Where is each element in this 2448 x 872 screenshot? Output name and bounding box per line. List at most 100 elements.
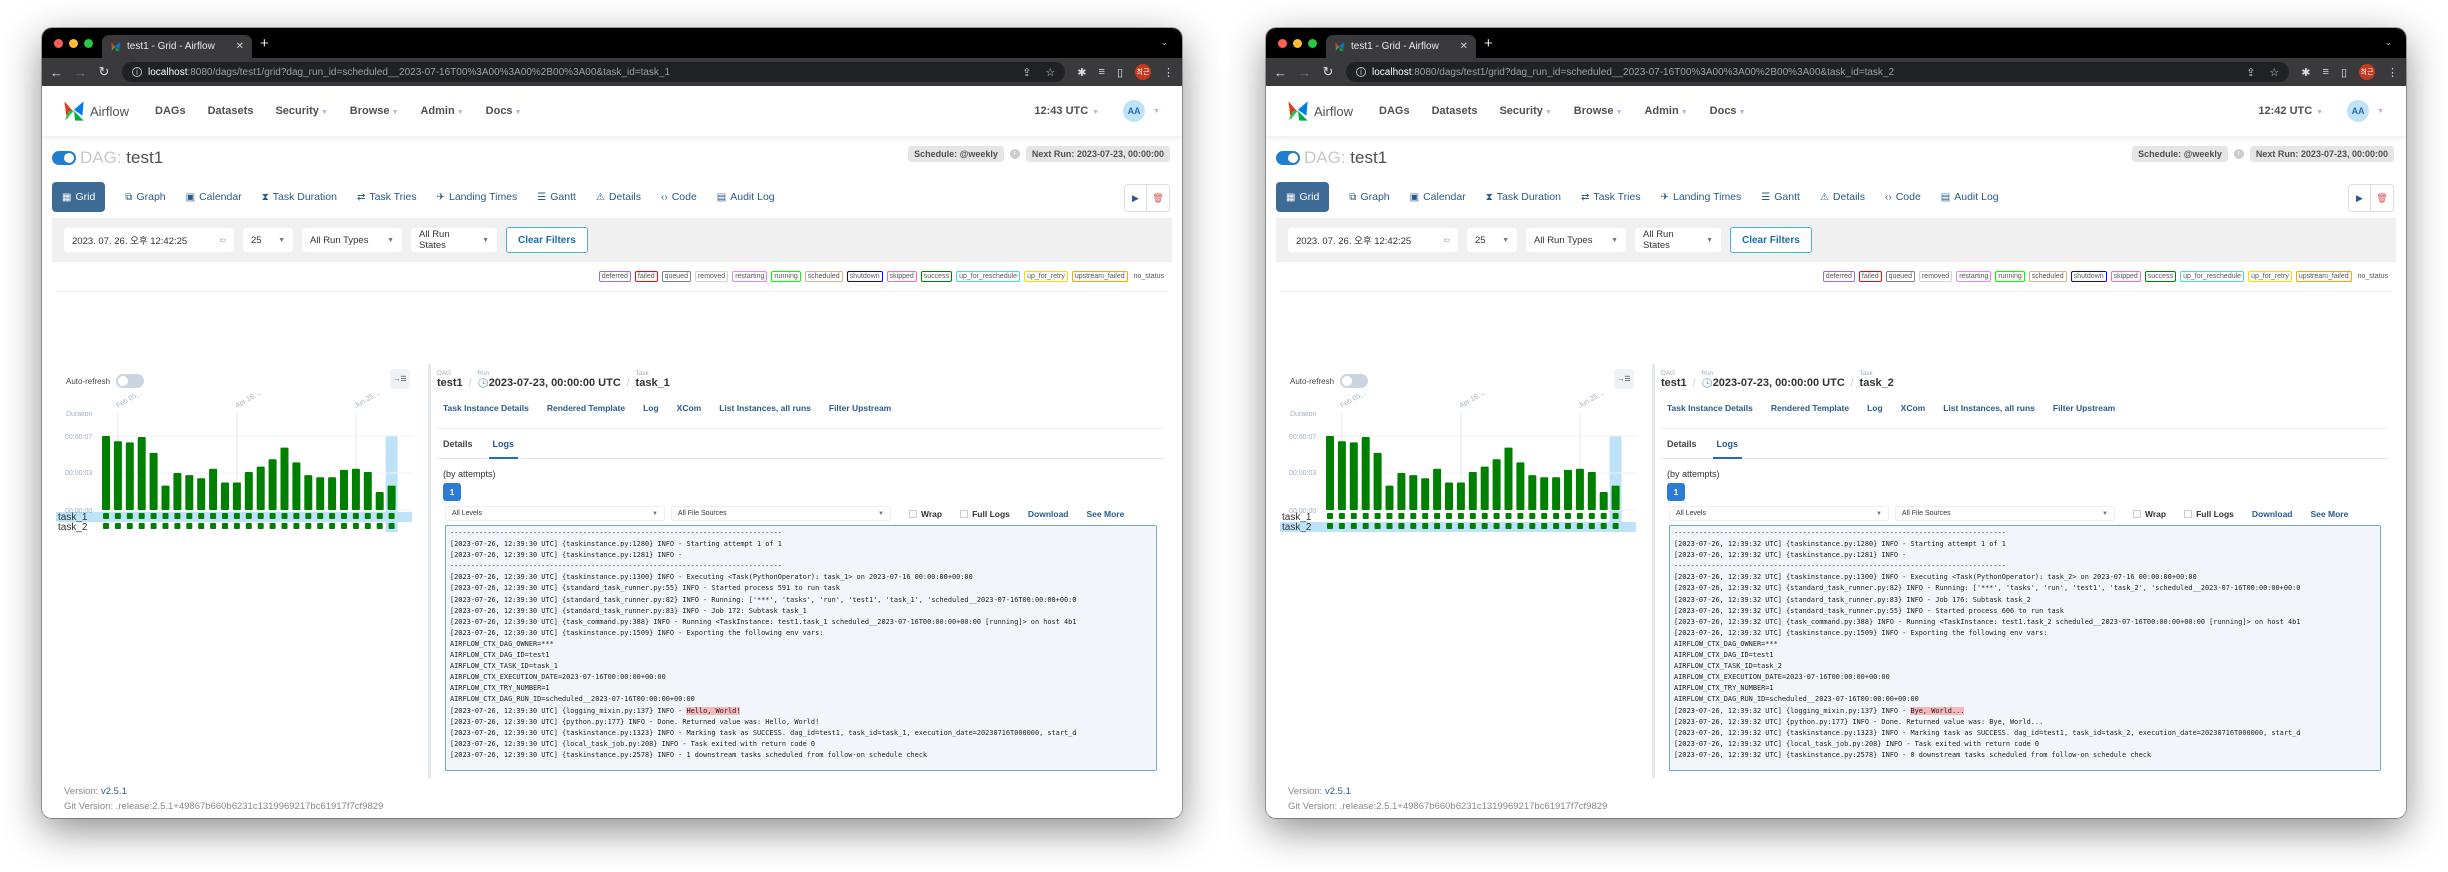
task-instance-square[interactable] — [1600, 513, 1607, 519]
task-instance-square[interactable] — [317, 523, 324, 529]
url-input[interactable]: i localhost:8080/dags/test1/grid?dag_run… — [122, 62, 1066, 82]
run-duration-bar[interactable] — [1480, 466, 1489, 510]
tab-audit-log[interactable]: ▤ Audit Log — [717, 182, 775, 212]
run-duration-bar[interactable] — [1326, 436, 1334, 510]
see-more-link[interactable]: See More — [2311, 509, 2349, 519]
task-instance-square[interactable] — [162, 513, 169, 519]
site-info-icon[interactable]: i — [132, 67, 142, 77]
run-duration-bar[interactable] — [328, 477, 337, 510]
legend-restarting[interactable]: restarting — [732, 270, 768, 282]
task-instance-square[interactable] — [257, 513, 264, 519]
task-instance-square[interactable] — [1529, 523, 1536, 529]
task-instance-square[interactable] — [1576, 523, 1583, 529]
run-duration-bar[interactable] — [197, 478, 206, 510]
task-instance-square[interactable] — [1565, 523, 1571, 529]
tab-search-chevron-icon[interactable]: ⌄ — [1160, 37, 1168, 48]
task-instance-square[interactable] — [1553, 523, 1560, 529]
file-source-select[interactable]: All File Sources ▼ — [671, 506, 891, 521]
close-tab-icon[interactable]: ✕ — [1460, 41, 1468, 52]
task-instance-square[interactable] — [174, 523, 181, 529]
task-instance-square[interactable] — [233, 513, 240, 519]
tab-audit-log[interactable]: ▤ Audit Log — [1941, 182, 1999, 212]
clear-filters-button[interactable]: Clear Filters — [506, 227, 588, 253]
task-instance-square[interactable] — [1398, 513, 1405, 519]
side-panel-icon[interactable]: ▯ — [1117, 66, 1123, 79]
run-duration-bar[interactable] — [387, 485, 396, 510]
browser-menu-icon[interactable]: ⋮ — [1163, 66, 1174, 79]
task-instance-square[interactable] — [341, 513, 347, 519]
run-duration-bar[interactable] — [1528, 475, 1537, 510]
task-instance-square[interactable] — [1481, 513, 1488, 519]
task-instance-square[interactable] — [1517, 513, 1524, 519]
tab-task-tries[interactable]: ⇄ Task Tries — [357, 182, 417, 212]
task-instance-square[interactable] — [1588, 523, 1595, 529]
task-instance-square[interactable] — [126, 523, 133, 529]
reading-list-icon[interactable]: ≡ — [1099, 66, 1105, 78]
link-log[interactable]: Log — [643, 403, 659, 428]
task-instance-square[interactable] — [1374, 523, 1381, 529]
run-duration-bar[interactable] — [1409, 475, 1418, 510]
run-state-select[interactable]: All Run States ▼ — [1635, 228, 1721, 252]
profile-avatar[interactable]: 최근 — [1135, 64, 1151, 80]
info-icon[interactable]: i — [2233, 149, 2244, 159]
link-filter-upstream[interactable]: Filter Upstream — [2053, 403, 2115, 428]
dag-pause-toggle[interactable] — [52, 151, 76, 165]
task-instance-square[interactable] — [1422, 513, 1429, 519]
legend-no-status[interactable]: no_status — [1132, 272, 1166, 281]
legend-running[interactable]: running — [771, 270, 801, 282]
task-instance-square[interactable] — [1362, 523, 1369, 529]
legend-scheduled[interactable]: scheduled — [804, 270, 843, 282]
run-duration-bar[interactable] — [268, 459, 277, 510]
reading-list-icon[interactable]: ≡ — [2323, 66, 2329, 78]
nav-browse[interactable]: Browse ▼ — [1574, 105, 1623, 117]
legend-no-status[interactable]: no_status — [2356, 272, 2390, 281]
task-instance-square[interactable] — [1505, 513, 1512, 519]
task-instance-square[interactable] — [1457, 513, 1464, 519]
base-date-input[interactable]: 2023. 07. 26. 오후 12:42:25 ▭ — [1288, 228, 1458, 252]
task-instance-square[interactable] — [1327, 513, 1333, 519]
task-instance-square[interactable] — [1446, 523, 1452, 529]
log-output[interactable]: ----------------------------------------… — [1669, 525, 2381, 771]
task-instance-square[interactable] — [1350, 523, 1357, 529]
task-instance-square[interactable] — [1434, 523, 1441, 529]
task-instance-square[interactable] — [329, 513, 336, 519]
task-instance-square[interactable] — [1600, 523, 1607, 529]
run-duration-bar[interactable] — [113, 441, 122, 510]
tab-gantt[interactable]: ☰ Gantt — [537, 182, 576, 212]
legend-failed[interactable]: failed — [1858, 270, 1882, 282]
forward-button[interactable]: → — [74, 65, 87, 80]
nav-datasets[interactable]: Datasets — [1432, 105, 1478, 117]
breadcrumb-dag[interactable]: DAG test1 — [437, 370, 463, 389]
tab-landing-times[interactable]: ✈ Landing Times — [1661, 182, 1742, 212]
run-duration-bar[interactable] — [1564, 469, 1572, 510]
task-instance-square[interactable] — [269, 523, 276, 529]
airflow-logo[interactable]: Airflow — [1286, 99, 1353, 123]
see-more-link[interactable]: See More — [1087, 509, 1125, 519]
task-instance-square[interactable] — [1434, 513, 1441, 519]
task-instance-square[interactable] — [281, 523, 288, 529]
nav-docs[interactable]: Docs ▼ — [486, 105, 522, 117]
run-duration-bar[interactable] — [209, 468, 218, 510]
task-instance-square[interactable] — [317, 513, 324, 519]
link-filter-upstream[interactable]: Filter Upstream — [829, 403, 891, 428]
task-instance-square[interactable] — [376, 523, 383, 529]
reload-button[interactable]: ↻ — [98, 64, 110, 80]
run-duration-bar[interactable] — [363, 471, 372, 510]
task-instance-square[interactable] — [103, 513, 109, 519]
legend-failed[interactable]: failed — [634, 270, 658, 282]
tab-task-tries[interactable]: ⇄ Task Tries — [1581, 182, 1641, 212]
run-duration-bar[interactable] — [125, 442, 134, 510]
forward-button[interactable]: → — [1298, 65, 1311, 80]
task-instance-square[interactable] — [1576, 513, 1583, 519]
task-instance-square[interactable] — [388, 513, 395, 519]
user-menu[interactable]: AA ▼ — [2347, 100, 2384, 122]
task-instance-square[interactable] — [1481, 523, 1488, 529]
task-instance-square[interactable] — [305, 523, 312, 529]
num-runs-select[interactable]: 25 ▼ — [1467, 228, 1517, 252]
run-duration-bar[interactable] — [1587, 471, 1596, 510]
subtab-details[interactable]: Details — [443, 439, 473, 459]
legend-removed[interactable]: removed — [1918, 270, 1953, 282]
task-instance-square[interactable] — [388, 523, 395, 529]
collapse-details-button[interactable]: →☰ — [1614, 369, 1634, 389]
task-instance-square[interactable] — [1398, 523, 1405, 529]
